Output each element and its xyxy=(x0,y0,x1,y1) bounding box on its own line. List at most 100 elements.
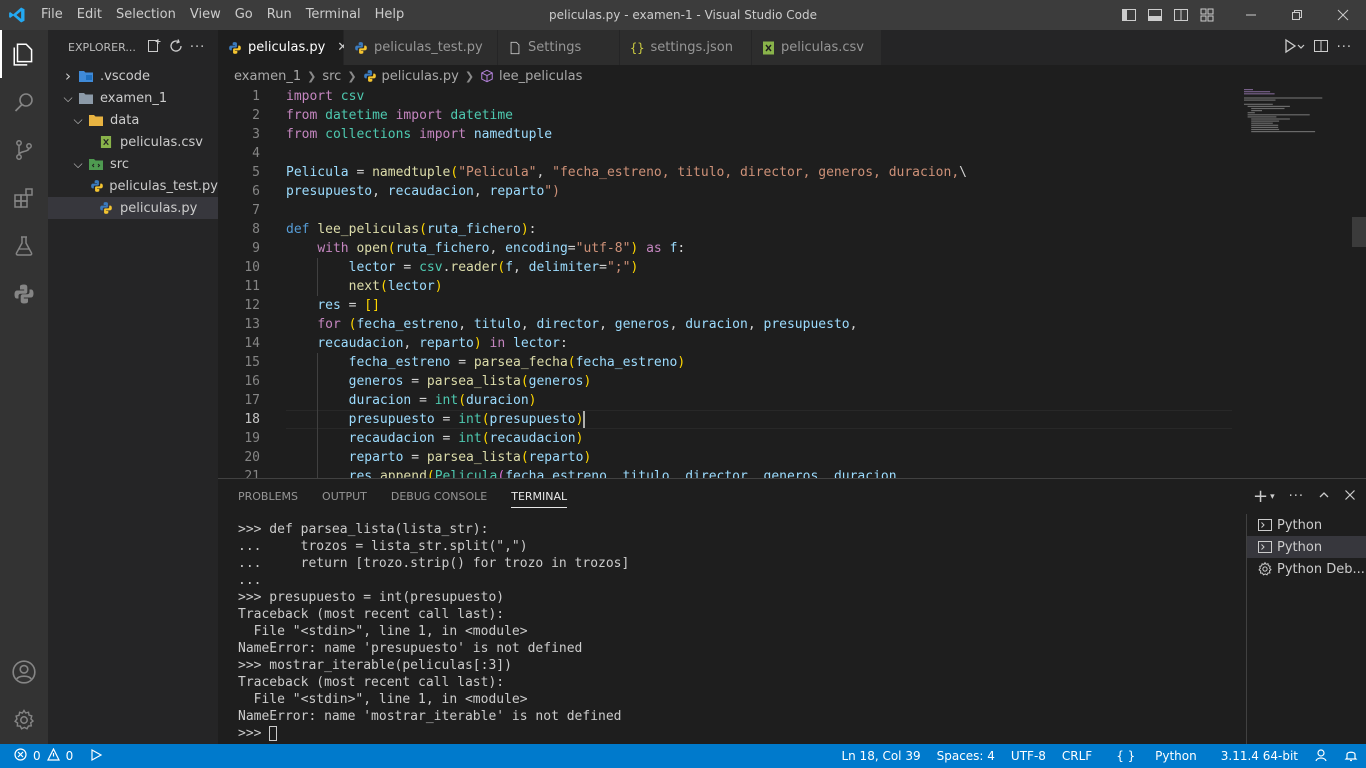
more-actions-icon[interactable]: ··· xyxy=(190,40,205,55)
tab-label: peliculas_test.py xyxy=(374,40,483,55)
code-line[interactable]: 6 presupuesto, recaudacion, reparto") xyxy=(218,182,1366,201)
code-line[interactable]: 10 lector = csv.reader(f, delimiter=";") xyxy=(218,258,1366,277)
tab-output[interactable]: OUTPUT xyxy=(322,490,367,503)
tree-file[interactable]: peliculas.csv xyxy=(48,131,218,153)
close-panel-icon[interactable] xyxy=(1344,489,1356,505)
indentation[interactable]: Spaces: 4 xyxy=(929,749,1003,763)
run-python-file-icon[interactable] xyxy=(1283,38,1305,58)
chevron-down-icon[interactable]: ▾ xyxy=(1270,492,1275,502)
account-icon[interactable] xyxy=(0,648,48,696)
toggle-sidebar-icon[interactable] xyxy=(1116,0,1142,30)
menu-terminal[interactable]: Terminal xyxy=(299,0,368,30)
code-line[interactable]: 17 duracion = int(duracion) xyxy=(218,391,1366,410)
error-count[interactable]: 0 xyxy=(33,749,41,763)
tab-label: settings.json xyxy=(650,40,734,55)
minimize-icon[interactable] xyxy=(1228,0,1274,30)
terminal-list-item[interactable]: Python xyxy=(1247,536,1366,558)
tree-folder[interactable]: ⌵ examen_1 xyxy=(48,87,218,109)
title-bar: File Edit Selection View Go Run Terminal… xyxy=(0,0,1366,30)
code-line[interactable]: 13 for (fecha_estreno, titulo, director,… xyxy=(218,315,1366,334)
code-line[interactable]: 4 xyxy=(218,144,1366,163)
minimap[interactable] xyxy=(1242,87,1352,478)
code-line[interactable]: 14 recaudacion, reparto) in lector: xyxy=(218,334,1366,353)
menu-go[interactable]: Go xyxy=(228,0,260,30)
terminal-prompt-line[interactable]: >>> xyxy=(238,725,1238,742)
tab-problems[interactable]: PROBLEMS xyxy=(238,490,298,503)
code-line[interactable]: 20 reparto = parsea_lista(reparto) xyxy=(218,448,1366,467)
code-line[interactable]: 1 import csv xyxy=(218,87,1366,106)
split-editor-icon[interactable] xyxy=(1313,38,1329,58)
cursor-position[interactable]: Ln 18, Col 39 xyxy=(833,749,928,763)
warning-count[interactable]: 0 xyxy=(66,749,74,763)
line-number: 18 xyxy=(244,412,260,427)
file-encoding[interactable]: UTF-8 xyxy=(1003,749,1054,763)
search-icon[interactable] xyxy=(0,78,48,126)
tree-folder[interactable]: › .vscode xyxy=(48,65,218,87)
python-interpreter[interactable]: 3.11.4 64-bit xyxy=(1213,749,1306,763)
code-line[interactable]: 8 def lee_peliculas(ruta_fichero): xyxy=(218,220,1366,239)
toggle-secondary-sidebar-icon[interactable] xyxy=(1168,0,1194,30)
feedback-icon[interactable] xyxy=(1306,748,1336,765)
tab-settings[interactable]: Settings xyxy=(498,30,620,65)
tab-terminal[interactable]: TERMINAL xyxy=(511,490,568,508)
code-line[interactable]: 3 from collections import namedtuple xyxy=(218,125,1366,144)
menu-run[interactable]: Run xyxy=(260,0,299,30)
terminal-output[interactable]: >>> def parsea_lista(lista_str): ... troz… xyxy=(238,521,1238,745)
more-actions-icon[interactable]: ··· xyxy=(1289,489,1304,504)
tree-file[interactable]: peliculas.py xyxy=(48,197,218,219)
tab-peliculas-py[interactable]: peliculas.py ✕ xyxy=(218,30,348,65)
terminal-list-item[interactable]: Python xyxy=(1247,514,1366,536)
testing-flask-icon[interactable] xyxy=(0,222,48,270)
more-actions-icon[interactable]: ··· xyxy=(1337,40,1352,55)
tree-file[interactable]: peliculas_test.py xyxy=(48,175,218,197)
menu-selection[interactable]: Selection xyxy=(109,0,183,30)
tree-folder[interactable]: ⌵ data xyxy=(48,109,218,131)
breadcrumb-item[interactable]: peliculas.py xyxy=(382,69,459,84)
extensions-icon[interactable] xyxy=(0,174,48,222)
maximize-panel-icon[interactable] xyxy=(1318,489,1330,505)
manage-gear-icon[interactable] xyxy=(0,696,48,744)
code-editor[interactable]: 1 import csv 2 from datetime import datetim… xyxy=(218,87,1366,478)
code-line[interactable]: 7 xyxy=(218,201,1366,220)
terminal-list-item[interactable]: Python Deb... xyxy=(1247,558,1366,580)
code-line[interactable]: 21 res.append(Pelicula(fecha_estreno, ti… xyxy=(218,467,1366,478)
code-line[interactable]: 16 generos = parsea_lista(generos) xyxy=(218,372,1366,391)
tab-peliculas-csv[interactable]: peliculas.csv xyxy=(752,30,882,65)
code-line[interactable]: 2 from datetime import datetime xyxy=(218,106,1366,125)
breadcrumb-item[interactable]: examen_1 xyxy=(234,69,301,84)
refresh-icon[interactable] xyxy=(168,38,184,57)
customize-layout-icon[interactable] xyxy=(1194,0,1220,30)
menu-view[interactable]: View xyxy=(183,0,228,30)
code-line[interactable]: 5 Pelicula = namedtuple("Pelicula", "fech… xyxy=(218,163,1366,182)
code-line[interactable]: 19 recaudacion = int(recaudacion) xyxy=(218,429,1366,448)
warnings-icon[interactable] xyxy=(46,747,60,764)
explorer-icon[interactable] xyxy=(0,30,48,78)
menu-edit[interactable]: Edit xyxy=(70,0,109,30)
code-line[interactable]: 11 next(lector) xyxy=(218,277,1366,296)
new-terminal-icon[interactable]: + xyxy=(1253,486,1268,507)
editor-scrollbar[interactable] xyxy=(1352,217,1366,247)
source-control-icon[interactable] xyxy=(0,126,48,174)
menu-file[interactable]: File xyxy=(34,0,70,30)
tab-peliculas-test-py[interactable]: peliculas_test.py xyxy=(344,30,498,65)
code-line[interactable]: 15 fecha_estreno = parsea_fecha(fecha_es… xyxy=(218,353,1366,372)
debug-launch-icon[interactable] xyxy=(89,748,103,765)
close-window-icon[interactable] xyxy=(1320,0,1366,30)
tab-settings-json[interactable]: {} settings.json xyxy=(620,30,752,65)
toggle-panel-icon[interactable] xyxy=(1142,0,1168,30)
notifications-bell-icon[interactable] xyxy=(1336,748,1366,765)
breadcrumb-item[interactable]: src xyxy=(322,69,341,84)
end-of-line[interactable]: CRLF xyxy=(1054,749,1100,763)
code-line[interactable]: 12 res = [] xyxy=(218,296,1366,315)
tab-debug-console[interactable]: DEBUG CONSOLE xyxy=(391,490,487,503)
restore-icon[interactable] xyxy=(1274,0,1320,30)
tree-folder[interactable]: ⌵ src xyxy=(48,153,218,175)
language-mode[interactable]: { } Python xyxy=(1100,749,1213,763)
menu-help[interactable]: Help xyxy=(368,0,412,30)
code-line[interactable]: 18 presupuesto = int(presupuesto) xyxy=(218,410,1366,429)
code-line[interactable]: 9 with open(ruta_fichero, encoding="utf-… xyxy=(218,239,1366,258)
python-icon[interactable] xyxy=(0,270,48,318)
errors-icon[interactable] xyxy=(14,748,27,764)
breadcrumb-item[interactable]: lee_peliculas xyxy=(499,69,582,84)
new-file-icon[interactable] xyxy=(146,38,162,57)
